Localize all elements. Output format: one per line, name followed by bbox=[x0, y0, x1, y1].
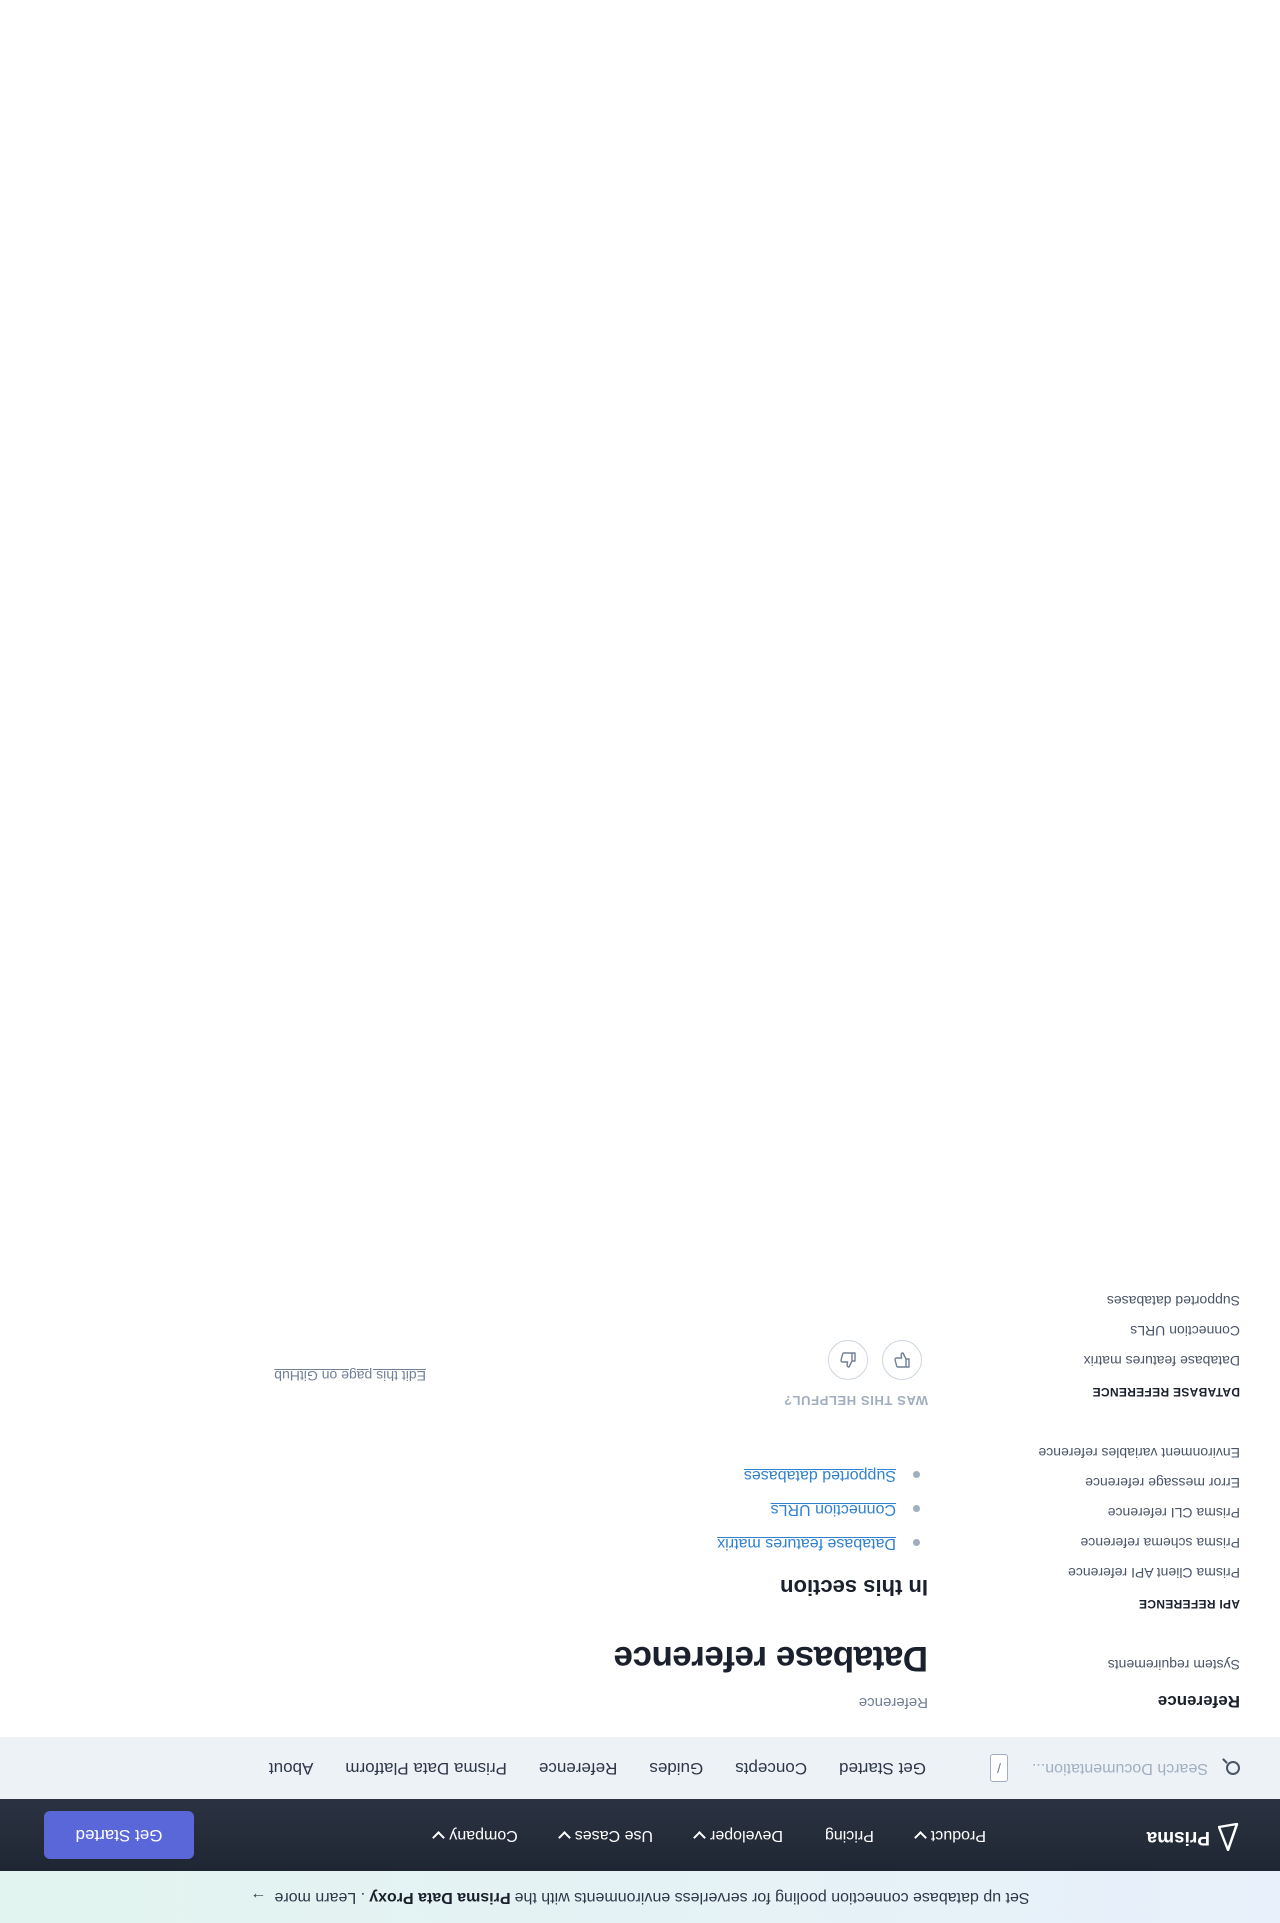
sidebar-heading-database: DATABASE REFERENCE bbox=[1092, 1385, 1240, 1399]
nav-developer-label: Developer bbox=[710, 1827, 783, 1844]
search-bar[interactable]: Search Documentation... / bbox=[990, 1754, 1240, 1782]
sidebar-item-cli[interactable]: Prisma CLI reference bbox=[980, 1505, 1240, 1521]
docs-tabs: Get Started Concepts Guides Reference Pr… bbox=[269, 1737, 926, 1799]
sidebar-item-connection-urls[interactable]: Connection URLs bbox=[980, 1323, 1240, 1339]
docs-subnav: Search Documentation... / Get Started Co… bbox=[0, 1737, 1280, 1799]
sidebar-item-client-api[interactable]: Prisma Client API reference bbox=[980, 1565, 1240, 1581]
nav-links: Product Pricing Developer Use Cases Comp… bbox=[432, 1799, 986, 1871]
list-item: Supported databases bbox=[228, 1450, 928, 1484]
section-link-list: Database features matrix Connection URLs… bbox=[228, 1450, 928, 1552]
sidebar-title[interactable]: Reference bbox=[980, 1691, 1240, 1711]
logo-text: Prisma bbox=[1146, 1827, 1210, 1848]
sidebar-item-env-vars[interactable]: Environment variables reference bbox=[980, 1445, 1240, 1461]
link-supported-databases[interactable]: Supported databases bbox=[744, 1467, 896, 1484]
chevron-down-icon bbox=[913, 1831, 927, 1844]
chevron-down-icon bbox=[432, 1831, 446, 1844]
page: Set up database connection pooling for s… bbox=[0, 0, 1280, 1923]
get-started-button[interactable]: Get Started bbox=[44, 1811, 194, 1859]
nav-developer[interactable]: Developer bbox=[693, 1826, 783, 1844]
top-navigation: Prisma Product Pricing Developer Use Cas… bbox=[0, 1799, 1280, 1871]
tab-about[interactable]: About bbox=[269, 1758, 313, 1778]
tab-reference[interactable]: Reference bbox=[539, 1758, 617, 1778]
list-item: Database features matrix bbox=[228, 1518, 928, 1552]
sidebar-heading-api: API REFERENCE bbox=[1138, 1597, 1240, 1611]
thumbs-down-icon bbox=[894, 1352, 910, 1368]
banner-highlight[interactable]: Prisma Data Proxy bbox=[369, 1888, 510, 1906]
main-content: Reference Database reference In this sec… bbox=[228, 1328, 928, 1711]
tab-guides[interactable]: Guides bbox=[649, 1758, 703, 1778]
prisma-logo[interactable]: Prisma bbox=[1147, 1823, 1240, 1851]
tab-prisma-data-platform[interactable]: Prisma Data Platform bbox=[345, 1758, 507, 1778]
sidebar-item-error-messages[interactable]: Error message reference bbox=[980, 1475, 1240, 1491]
edit-on-github-link[interactable]: Edit this page on GitHub bbox=[274, 1368, 426, 1384]
sidebar-item-system-requirements[interactable]: System requirements bbox=[980, 1657, 1240, 1673]
search-shortcut-key: / bbox=[990, 1754, 1008, 1782]
chevron-down-icon bbox=[557, 1831, 571, 1844]
nav-pricing-label: Pricing bbox=[824, 1827, 874, 1844]
search-icon bbox=[1226, 1761, 1240, 1775]
nav-company-label: Company bbox=[449, 1827, 518, 1844]
nav-company[interactable]: Company bbox=[432, 1826, 518, 1844]
announcement-banner[interactable]: Set up database connection pooling for s… bbox=[0, 1871, 1280, 1923]
tab-get-started[interactable]: Get Started bbox=[839, 1758, 926, 1778]
feedback-section: WAS THIS HELPFUL? Edit this page on GitH… bbox=[228, 1328, 928, 1408]
banner-text: Set up database connection pooling for s… bbox=[514, 1889, 1030, 1906]
link-connection-urls[interactable]: Connection URLs bbox=[771, 1501, 896, 1518]
helpful-label: WAS THIS HELPFUL? bbox=[783, 1393, 928, 1408]
nav-use-cases-label: Use Cases bbox=[574, 1827, 654, 1844]
thumbs-down-button[interactable] bbox=[882, 1340, 922, 1380]
nav-product-label: Product bbox=[930, 1827, 986, 1844]
tab-concepts[interactable]: Concepts bbox=[735, 1758, 807, 1778]
nav-pricing[interactable]: Pricing bbox=[825, 1826, 874, 1844]
chevron-down-icon bbox=[693, 1831, 706, 1844]
nav-product[interactable]: Product bbox=[913, 1826, 986, 1844]
breadcrumb[interactable]: Reference bbox=[228, 1694, 928, 1711]
sidebar-item-supported-databases[interactable]: Supported databases bbox=[980, 1293, 1240, 1309]
sidebar: Reference System requirements API REFERE… bbox=[980, 1279, 1240, 1711]
section-heading: In this section bbox=[780, 1575, 928, 1600]
search-input[interactable]: Search Documentation... bbox=[1032, 1759, 1208, 1777]
sidebar-item-features-matrix[interactable]: Database features matrix bbox=[980, 1353, 1240, 1369]
prisma-triangle-icon bbox=[1218, 1823, 1239, 1851]
page-title: Database reference bbox=[614, 1639, 928, 1678]
list-item: Connection URLs bbox=[228, 1484, 928, 1518]
nav-use-cases[interactable]: Use Cases bbox=[557, 1826, 654, 1844]
link-features-matrix[interactable]: Database features matrix bbox=[717, 1535, 896, 1552]
banner-learn-more[interactable]: . Learn more bbox=[274, 1888, 365, 1906]
arrow-right-icon: → bbox=[250, 1889, 267, 1906]
thumbs-up-icon bbox=[840, 1352, 856, 1368]
thumbs-up-button[interactable] bbox=[828, 1340, 868, 1380]
sidebar-item-schema[interactable]: Prisma schema reference bbox=[980, 1535, 1240, 1551]
